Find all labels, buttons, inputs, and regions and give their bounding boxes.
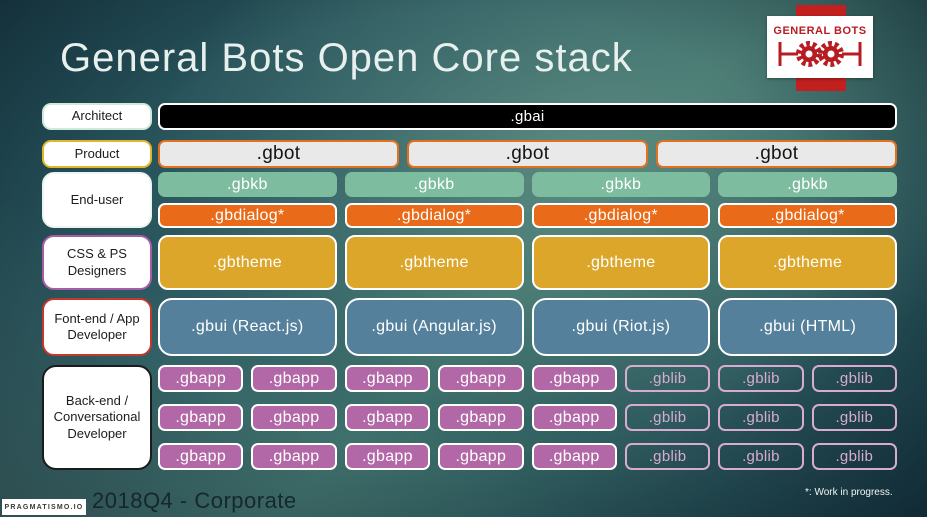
general-bots-logo: GENERAL BOTS xyxy=(767,16,873,78)
work-in-progress-note: *: Work in progress. xyxy=(805,487,893,498)
gbot-box: .gbot xyxy=(158,140,399,168)
gbai-row: .gbai xyxy=(158,103,897,130)
gbdialog-box: .gbdialog* xyxy=(531,203,711,228)
slide: General Bots Open Core stack GENERAL BOT… xyxy=(0,0,927,517)
gbapp-box: .gbapp xyxy=(531,404,617,431)
gbkb-box: .gbkb xyxy=(158,172,337,197)
row-label-product: Product xyxy=(42,140,152,168)
gbapp-box: .gbapp xyxy=(438,443,524,470)
gbtheme-box: .gbtheme xyxy=(718,235,897,290)
gbkb-box: .gbkb xyxy=(531,172,711,197)
footer-watermark: 2018Q4 - Corporate xyxy=(92,488,297,513)
gbui-react-box: .gbui (React.js) xyxy=(158,298,337,356)
gbapp-row: .gbapp .gbapp .gbapp .gbapp .gbapp .gbli… xyxy=(158,365,897,392)
gblib-box: .gblib xyxy=(718,365,804,392)
gbkb-row: .gbkb .gbkb .gbkb .gbkb xyxy=(158,172,897,197)
gblib-box: .gblib xyxy=(811,443,897,470)
gbui-row: .gbui (React.js) .gbui (Angular.js) .gbu… xyxy=(158,298,897,356)
gblib-box: .gblib xyxy=(811,365,897,392)
gbapp-box: .gbapp xyxy=(531,365,617,392)
gbapp-box: .gbapp xyxy=(344,404,431,431)
row-label-frontend-developer: Font-end / App Developer xyxy=(42,298,152,356)
gblib-box: .gblib xyxy=(718,404,804,431)
gbapp-box: .gbapp xyxy=(531,443,617,470)
gblib-box: .gblib xyxy=(718,443,804,470)
gbapp-box: .gbapp xyxy=(344,365,431,392)
gbtheme-box: .gbtheme xyxy=(531,235,711,290)
gblib-box: .gblib xyxy=(624,365,711,392)
page-title: General Bots Open Core stack xyxy=(60,36,633,80)
gears-icon xyxy=(778,40,862,67)
pragmatismo-brand-tag: PRAGMATISMO.IO xyxy=(2,499,86,515)
row-label-backend-developer: Back-end / Conversational Developer xyxy=(42,365,152,470)
gbapp-box: .gbapp xyxy=(251,365,337,392)
row-label-end-user: End-user xyxy=(42,172,152,228)
stack-diagram: Architect Product End-user CSS & PS Desi… xyxy=(42,103,897,470)
gbapp-box: .gbapp xyxy=(251,443,337,470)
gbot-box: .gbot xyxy=(656,140,897,168)
gbai-box: .gbai xyxy=(158,103,897,130)
gbapp-box: .gbapp xyxy=(344,443,431,470)
gbapp-box: .gbapp xyxy=(251,404,337,431)
gbdialog-box: .gbdialog* xyxy=(158,203,337,228)
gbtheme-row: .gbtheme .gbtheme .gbtheme .gbtheme xyxy=(158,235,897,290)
gblib-box: .gblib xyxy=(624,443,711,470)
gblib-box: .gblib xyxy=(624,404,711,431)
gbapp-box: .gbapp xyxy=(438,404,524,431)
gbui-html-box: .gbui (HTML) xyxy=(718,298,897,356)
gbapp-box: .gbapp xyxy=(158,404,244,431)
gbdialog-row: .gbdialog* .gbdialog* .gbdialog* .gbdial… xyxy=(158,203,897,228)
gbtheme-box: .gbtheme xyxy=(344,235,524,290)
gbapp-row: .gbapp .gbapp .gbapp .gbapp .gbapp .gbli… xyxy=(158,404,897,431)
gbapp-box: .gbapp xyxy=(158,365,244,392)
row-label-css-ps-designers: CSS & PS Designers xyxy=(42,235,152,290)
gbdialog-box: .gbdialog* xyxy=(344,203,524,228)
gbtheme-box: .gbtheme xyxy=(158,235,337,290)
gbui-riot-box: .gbui (Riot.js) xyxy=(531,298,711,356)
gbot-row: .gbot .gbot .gbot xyxy=(158,140,897,168)
row-label-architect: Architect xyxy=(42,103,152,130)
gblib-box: .gblib xyxy=(811,404,897,431)
gbui-angular-box: .gbui (Angular.js) xyxy=(344,298,524,356)
gbkb-box: .gbkb xyxy=(344,172,524,197)
gbapp-row: .gbapp .gbapp .gbapp .gbapp .gbapp .gbli… xyxy=(158,443,897,470)
gbapp-box: .gbapp xyxy=(158,443,244,470)
logo-text: GENERAL BOTS xyxy=(773,24,867,37)
gbdialog-box: .gbdialog* xyxy=(718,203,897,228)
gbapp-box: .gbapp xyxy=(438,365,524,392)
gbkb-box: .gbkb xyxy=(718,172,897,197)
gbot-box: .gbot xyxy=(407,140,648,168)
